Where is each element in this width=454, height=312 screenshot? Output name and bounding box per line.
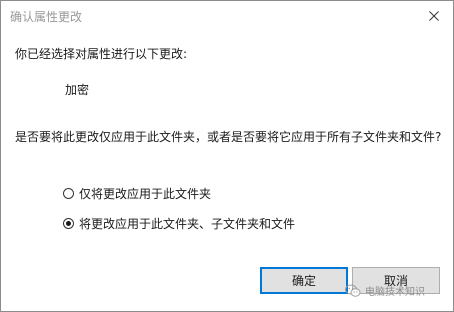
wechat-icon bbox=[345, 284, 361, 297]
ok-button[interactable]: 确定 bbox=[260, 267, 348, 294]
watermark-text: 电脑技术知识 bbox=[365, 287, 425, 298]
window-title: 确认属性更改 bbox=[10, 10, 83, 24]
radio-button-selected[interactable] bbox=[63, 218, 74, 229]
dialog-window: 确认属性更改 你已经选择对属性进行以下更改: 加密 是否要将此更改仅应用于此文件… bbox=[0, 0, 454, 312]
watermark: 电脑技术知识 bbox=[345, 283, 425, 298]
apply-scope-question: 是否要将此更改仅应用于此文件夹，或者是否要将它应用于所有子文件夹和文件? bbox=[15, 130, 442, 144]
close-icon bbox=[429, 11, 439, 21]
close-button[interactable] bbox=[415, 1, 453, 31]
radio-apply-all[interactable]: 将更改应用于此文件夹、子文件夹和文件 bbox=[63, 215, 295, 232]
radio-label-folder-only: 仅将更改应用于此文件夹 bbox=[79, 187, 212, 201]
change-prompt: 你已经选择对属性进行以下更改: bbox=[15, 47, 188, 61]
title-bar[interactable]: 确认属性更改 bbox=[1, 1, 453, 31]
radio-button-unselected[interactable] bbox=[63, 188, 74, 199]
radio-selected-dot bbox=[66, 221, 71, 226]
radio-label-apply-all: 将更改应用于此文件夹、子文件夹和文件 bbox=[79, 217, 296, 231]
radio-apply-folder-only[interactable]: 仅将更改应用于此文件夹 bbox=[63, 185, 211, 202]
attribute-change-value: 加密 bbox=[65, 83, 90, 97]
